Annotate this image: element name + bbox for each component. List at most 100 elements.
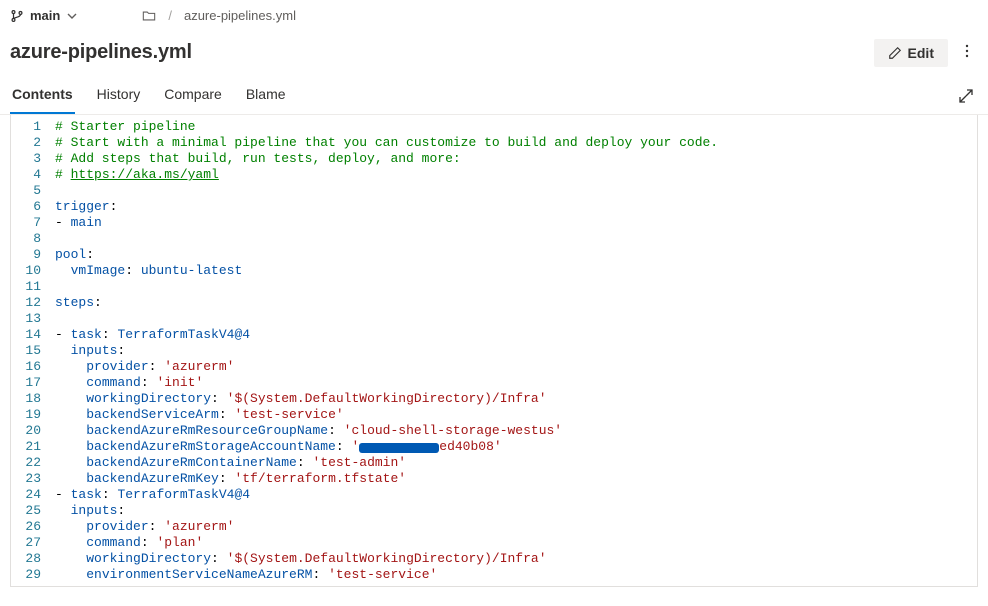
code-line: 22 backendAzureRmContainerName: 'test-ad… [11,455,977,471]
line-number: 16 [11,359,51,375]
line-content [51,279,977,295]
line-content: # https://aka.ms/yaml [51,167,977,183]
branch-picker[interactable]: main [10,8,78,23]
line-number: 26 [11,519,51,535]
line-number: 17 [11,375,51,391]
code-line: 14- task: TerraformTaskV4@4 [11,327,977,343]
line-content: environmentServiceNameAzureRM: 'test-ser… [51,567,977,583]
line-content: workingDirectory: '$(System.DefaultWorki… [51,551,977,567]
fullscreen-button[interactable] [954,84,978,111]
code-line: 5 [11,183,977,199]
line-content: pool: [51,247,977,263]
line-content: - main [51,215,977,231]
line-content: backendAzureRmContainerName: 'test-admin… [51,455,977,471]
code-line: 16 provider: 'azurerm' [11,359,977,375]
line-number: 4 [11,167,51,183]
code-line: 27 command: 'plan' [11,535,977,551]
code-line: 7- main [11,215,977,231]
code-line: 19 backendServiceArm: 'test-service' [11,407,977,423]
line-content: backendServiceArm: 'test-service' [51,407,977,423]
tab-history[interactable]: History [95,80,143,114]
code-line: 29 environmentServiceNameAzureRM: 'test-… [11,567,977,583]
line-number: 27 [11,535,51,551]
code-line: 15 inputs: [11,343,977,359]
line-content: provider: 'azurerm' [51,359,977,375]
line-content: # Add steps that build, run tests, deplo… [51,151,977,167]
line-number: 11 [11,279,51,295]
line-number: 21 [11,439,51,455]
line-number: 6 [11,199,51,215]
code-line: 9pool: [11,247,977,263]
line-number: 8 [11,231,51,247]
line-number: 23 [11,471,51,487]
file-tabs: Contents History Compare Blame [10,80,288,114]
code-line: 6trigger: [11,199,977,215]
line-content: workingDirectory: '$(System.DefaultWorki… [51,391,977,407]
line-number: 7 [11,215,51,231]
line-content: backendAzureRmResourceGroupName: 'cloud-… [51,423,977,439]
line-number: 20 [11,423,51,439]
code-line: 3# Add steps that build, run tests, depl… [11,151,977,167]
code-line: 2# Start with a minimal pipeline that yo… [11,135,977,151]
code-line: 25 inputs: [11,503,977,519]
breadcrumb: main / azure-pipelines.yml [0,0,988,27]
code-line: 23 backendAzureRmKey: 'tf/terraform.tfst… [11,471,977,487]
line-content: vmImage: ubuntu-latest [51,263,977,279]
line-content: inputs: [51,343,977,359]
code-line: 18 workingDirectory: '$(System.DefaultWo… [11,391,977,407]
code-line: 26 provider: 'azurerm' [11,519,977,535]
page-title: azure-pipelines.yml [10,41,192,64]
line-content: trigger: [51,199,977,215]
line-content: backendAzureRmKey: 'tf/terraform.tfstate… [51,471,977,487]
code-line: 24- task: TerraformTaskV4@4 [11,487,977,503]
line-number: 12 [11,295,51,311]
line-number: 25 [11,503,51,519]
line-content: provider: 'azurerm' [51,519,977,535]
code-line: 20 backendAzureRmResourceGroupName: 'clo… [11,423,977,439]
code-line: 8 [11,231,977,247]
line-content: command: 'plan' [51,535,977,551]
code-line: 17 command: 'init' [11,375,977,391]
breadcrumb-separator: / [168,8,172,23]
tab-compare[interactable]: Compare [162,80,224,114]
edit-button[interactable]: Edit [874,39,948,67]
tab-blame[interactable]: Blame [244,80,288,114]
code-line: 12steps: [11,295,977,311]
code-line: 1# Starter pipeline [11,119,977,135]
line-number: 28 [11,551,51,567]
branch-icon [10,9,24,23]
line-number: 2 [11,135,51,151]
line-number: 14 [11,327,51,343]
code-line: 13 [11,311,977,327]
code-viewer[interactable]: 1# Starter pipeline2# Start with a minim… [10,115,978,587]
line-content: # Starter pipeline [51,119,977,135]
line-number: 18 [11,391,51,407]
line-number: 13 [11,311,51,327]
pencil-icon [888,46,902,60]
more-vertical-icon [960,43,974,59]
code-line: 4# https://aka.ms/yaml [11,167,977,183]
code-line: 10 vmImage: ubuntu-latest [11,263,977,279]
line-number: 22 [11,455,51,471]
tab-contents[interactable]: Contents [10,80,75,114]
breadcrumb-file[interactable]: azure-pipelines.yml [184,8,296,23]
line-content: - task: TerraformTaskV4@4 [51,487,977,503]
line-content [51,231,977,247]
more-actions-button[interactable] [956,37,978,68]
chevron-down-icon [66,10,78,22]
line-number: 10 [11,263,51,279]
line-content: inputs: [51,503,977,519]
code-line: 28 workingDirectory: '$(System.DefaultWo… [11,551,977,567]
line-content: command: 'init' [51,375,977,391]
edit-label: Edit [908,45,934,61]
line-number: 5 [11,183,51,199]
folder-icon[interactable] [142,9,156,23]
line-number: 9 [11,247,51,263]
line-number: 3 [11,151,51,167]
code-line: 11 [11,279,977,295]
line-number: 24 [11,487,51,503]
line-content: # Start with a minimal pipeline that you… [51,135,977,151]
branch-name: main [30,8,60,23]
code-line: 21 backendAzureRmStorageAccountName: ' e… [11,439,977,455]
expand-icon [958,88,974,104]
